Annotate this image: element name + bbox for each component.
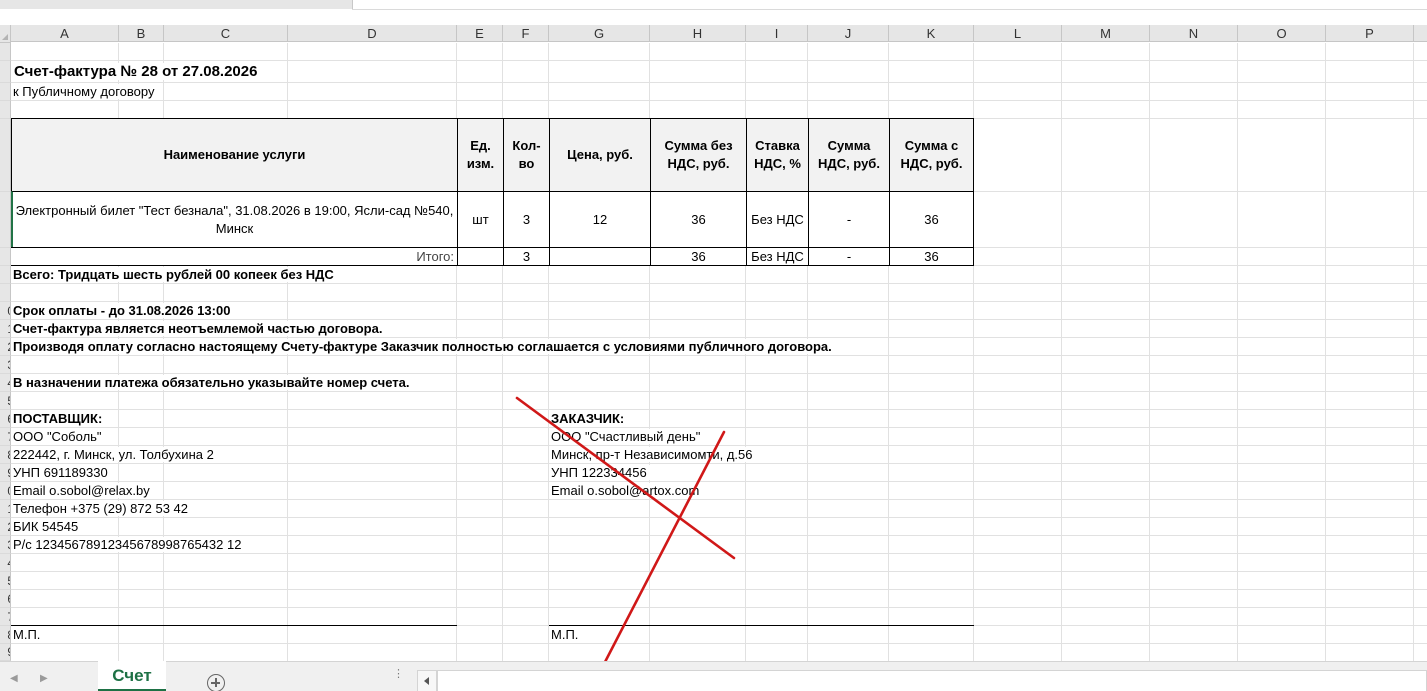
- more-options-icon[interactable]: ⋮: [393, 669, 404, 680]
- horizontal-scrollbar[interactable]: [437, 670, 1427, 691]
- scroll-left-button[interactable]: [417, 670, 437, 691]
- spreadsheet: A B C D E F G H I J K L M N O P 0 1 2 3 …: [0, 0, 1427, 691]
- annotation-stroke-2: [588, 430, 726, 691]
- sheet-tab-schet[interactable]: Счет: [98, 661, 166, 691]
- red-cross-annotation: [515, 396, 736, 691]
- add-sheet-icon[interactable]: [207, 674, 225, 691]
- scroll-tabs-right-icon[interactable]: ▶: [40, 673, 48, 684]
- sheet-tab-bar: ◀ ▶ Счет ⋮: [0, 661, 1427, 691]
- scroll-tabs-left-icon[interactable]: ◀: [10, 673, 18, 684]
